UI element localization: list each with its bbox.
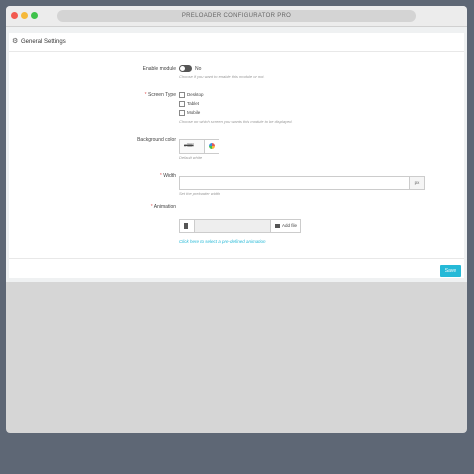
required-mark: * (144, 92, 147, 98)
checkbox-label-mobile: Mobile (187, 110, 201, 115)
screen-type-label: * Screen Type (145, 92, 176, 98)
enable-module-help: Choose if you want to enable this module… (179, 74, 265, 79)
required-mark: * (150, 204, 153, 210)
required-mark: * (159, 173, 162, 179)
folder-icon (275, 224, 280, 228)
width-help: Set the preloader width (179, 191, 221, 196)
width-input[interactable] (179, 176, 410, 190)
width-unit-addon: px (409, 176, 425, 190)
maximize-window-button[interactable] (31, 12, 38, 19)
panel-header: ⚙ General Settings (9, 33, 464, 52)
browser-window: PRELOADER CONFIGURATOR PRO ⚙ General Set… (6, 6, 467, 433)
checkbox-box[interactable] (179, 92, 185, 98)
title-bar: PRELOADER CONFIGURATOR PRO (6, 6, 467, 27)
file-icon (179, 219, 195, 233)
add-file-label: Add file (282, 223, 298, 228)
background-color-value[interactable]: #ffffff (184, 143, 194, 149)
width-label-text: Width (163, 173, 176, 179)
enable-module-toggle[interactable] (179, 65, 192, 72)
background-color-picker[interactable]: #ffffff (179, 139, 219, 154)
save-button[interactable]: Save (440, 265, 461, 277)
checkbox-box[interactable] (179, 101, 185, 107)
predefined-animation-link[interactable]: Click here to select a pre-defined anima… (179, 239, 266, 245)
panel-footer: Save (9, 258, 464, 279)
palette-icon (209, 143, 215, 149)
page-content: ⚙ General Settings Enable module No Choo… (6, 27, 467, 282)
settings-panel: ⚙ General Settings Enable module No Choo… (9, 33, 464, 278)
minimize-window-button[interactable] (21, 12, 28, 19)
color-picker-button[interactable] (204, 140, 219, 153)
enable-module-label: Enable module (142, 66, 176, 72)
animation-label-text: Animation (153, 204, 176, 210)
checkbox-label-desktop: Desktop (187, 92, 204, 97)
background-color-label: Background color (137, 137, 176, 143)
enable-module-state: No (195, 66, 202, 72)
screen-type-help: Choose on which screen you wants this mo… (179, 119, 293, 124)
url-bar[interactable]: PRELOADER CONFIGURATOR PRO (57, 10, 416, 22)
add-file-button[interactable]: Add file (270, 219, 301, 233)
checkbox-label-tablet: Tablet (187, 101, 200, 106)
animation-label: * Animation (151, 204, 176, 210)
close-window-button[interactable] (11, 12, 18, 19)
gear-icon: ⚙ (12, 38, 19, 45)
panel-title: General Settings (21, 39, 66, 45)
width-label: * Width (160, 173, 176, 179)
background-color-help: Default white (179, 155, 203, 160)
toggle-knob (180, 66, 185, 71)
screen-type-label-text: Screen Type (148, 92, 176, 98)
checkbox-box[interactable] (179, 110, 185, 116)
animation-file-input[interactable] (194, 219, 271, 233)
